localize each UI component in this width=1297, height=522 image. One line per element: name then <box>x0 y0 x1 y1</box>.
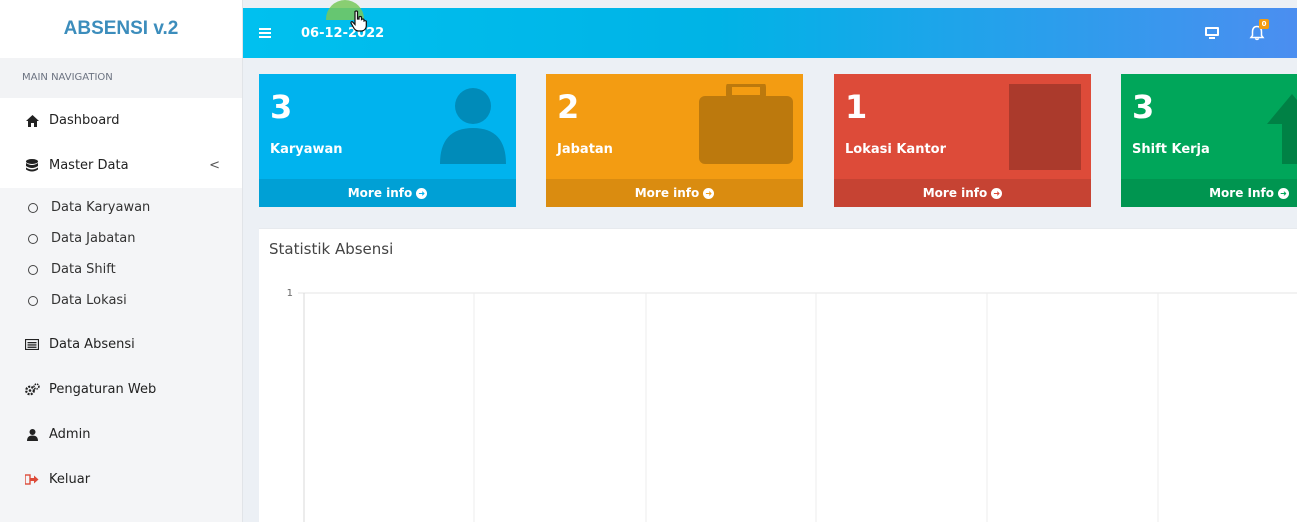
briefcase-icon <box>699 81 793 168</box>
menu-toggle-icon[interactable] <box>259 28 271 38</box>
more-info-label: More info <box>922 186 988 200</box>
user-icon <box>24 428 40 441</box>
stat-label: Jabatan <box>557 142 613 157</box>
master-data-submenu: Data Karyawan Data Jabatan Data Shift Da… <box>0 188 242 322</box>
monitor-icon[interactable] <box>1205 27 1219 39</box>
sidebar-item-admin[interactable]: Admin <box>0 412 242 457</box>
more-info-label: More info <box>634 186 700 200</box>
sidebar-subitem-label: Data Karyawan <box>51 200 151 215</box>
sidebar-subitem-data-lokasi[interactable]: Data Lokasi <box>0 285 242 316</box>
list-alt-icon <box>24 339 40 350</box>
sidebar-item-label: Admin <box>49 427 91 442</box>
more-info-label: More info <box>347 186 413 200</box>
circle-icon <box>28 233 38 244</box>
stat-label: Shift Kerja <box>1132 142 1210 157</box>
sidebar-subitem-data-karyawan[interactable]: Data Karyawan <box>0 192 242 223</box>
sidebar-subitem-label: Data Shift <box>51 262 116 277</box>
stat-box-jabatan: 2 Jabatan More info ➜ <box>546 74 803 207</box>
notification-badge: 0 <box>1259 19 1269 29</box>
arrow-circle-right-icon: ➜ <box>1278 187 1289 199</box>
chevron-left-icon: < <box>209 158 220 173</box>
circle-icon <box>28 264 38 275</box>
nav-header: MAIN NAVIGATION <box>0 58 242 98</box>
stat-label: Karyawan <box>270 142 343 157</box>
circle-icon <box>28 295 38 306</box>
hand-cursor-icon <box>350 10 368 36</box>
stat-number: 2 <box>557 88 580 126</box>
stat-box-shift-kerja: 3 Shift Kerja More Info ➜ <box>1121 74 1297 207</box>
y-tick-label: 1 <box>287 288 293 299</box>
sidebar-item-data-absensi[interactable]: Data Absensi <box>0 322 242 367</box>
more-info-link[interactable]: More info ➜ <box>259 179 516 207</box>
database-icon <box>24 159 40 172</box>
gears-icon <box>24 383 40 396</box>
sidebar-subitem-label: Data Lokasi <box>51 293 127 308</box>
topbar-actions: 0 <box>1205 19 1269 41</box>
sidebar-item-dashboard[interactable]: Dashboard <box>0 98 242 143</box>
arrow-up-icon <box>1267 84 1297 168</box>
user-icon <box>440 84 506 168</box>
notification-bell-icon[interactable]: 0 <box>1249 19 1269 41</box>
sidebar-item-label: Dashboard <box>49 113 120 128</box>
stat-number: 3 <box>1132 88 1155 126</box>
sidebar-subitem-data-shift[interactable]: Data Shift <box>0 254 242 285</box>
more-info-label: More Info <box>1209 186 1274 200</box>
more-info-link[interactable]: More info ➜ <box>834 179 1091 207</box>
stat-number: 1 <box>845 88 868 126</box>
stat-box-karyawan: 3 Karyawan More info ➜ <box>259 74 516 207</box>
panel-title: Statistik Absensi <box>269 240 394 258</box>
sidebar-item-label: Pengaturan Web <box>49 382 157 397</box>
sidebar-item-pengaturan-web[interactable]: Pengaturan Web <box>0 367 242 412</box>
arrow-circle-right-icon: ➜ <box>703 187 715 199</box>
stat-number: 3 <box>270 88 293 126</box>
app-root: ABSENSI v.2 MAIN NAVIGATION Dashboard Ma… <box>0 0 1297 522</box>
attendance-chart: 1 <box>287 288 1297 522</box>
home-icon <box>24 114 40 127</box>
building-icon <box>1009 84 1081 174</box>
statistik-absensi-panel: Statistik Absensi 1 <box>259 228 1297 522</box>
arrow-circle-right-icon: ➜ <box>416 187 428 199</box>
more-info-link[interactable]: More Info ➜ <box>1121 179 1297 207</box>
stat-label: Lokasi Kantor <box>845 142 947 157</box>
sidebar-item-keluar[interactable]: Keluar <box>0 457 242 502</box>
brand-logo[interactable]: ABSENSI v.2 <box>0 0 242 58</box>
sidebar-subitem-data-jabatan[interactable]: Data Jabatan <box>0 223 242 254</box>
sidebar-item-label: Data Absensi <box>49 337 135 352</box>
sidebar-item-label: Master Data <box>49 158 129 173</box>
stat-box-lokasi-kantor: 1 Lokasi Kantor More info ➜ <box>834 74 1091 207</box>
sidebar-item-label: Keluar <box>49 472 91 487</box>
topbar: 06-12-2022 0 <box>243 8 1297 58</box>
sidebar-item-master-data[interactable]: Master Data < <box>0 143 242 188</box>
sign-out-icon <box>24 474 40 485</box>
sidebar: ABSENSI v.2 MAIN NAVIGATION Dashboard Ma… <box>0 0 243 522</box>
current-date: 06-12-2022 <box>301 25 385 41</box>
more-info-link[interactable]: More info ➜ <box>546 179 803 207</box>
circle-icon <box>28 202 38 213</box>
sidebar-subitem-label: Data Jabatan <box>51 231 136 246</box>
arrow-circle-right-icon: ➜ <box>991 187 1003 199</box>
